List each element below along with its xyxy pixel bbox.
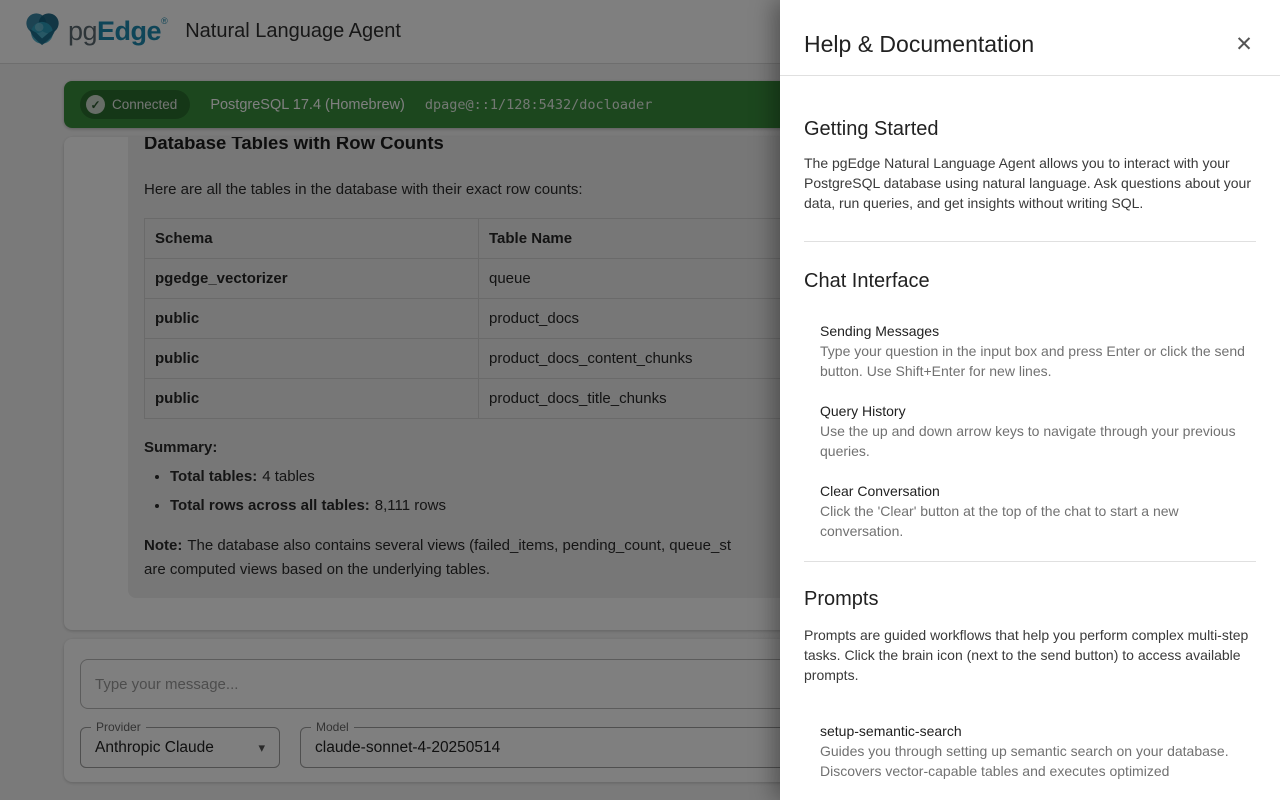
help-drawer-header: Help & Documentation ✕ — [780, 0, 1280, 75]
section-body: The pgEdge Natural Language Agent allows… — [804, 153, 1256, 213]
help-item-desc: Use the up and down arrow keys to naviga… — [820, 421, 1256, 461]
help-drawer-body: Getting Started The pgEdge Natural Langu… — [780, 76, 1280, 781]
section-heading: Prompts — [804, 586, 1256, 613]
help-section-getting-started: Getting Started The pgEdge Natural Langu… — [804, 76, 1256, 213]
help-drawer-title: Help & Documentation — [804, 30, 1256, 58]
help-drawer: Help & Documentation ✕ Getting Started T… — [780, 0, 1280, 800]
help-item-setup-semantic-search: setup-semantic-search Guides you through… — [820, 721, 1256, 781]
help-section-chat-interface: Chat Interface Sending Messages Type you… — [804, 242, 1256, 541]
help-item-title: setup-semantic-search — [820, 721, 1256, 741]
app-root: pgEdge® Natural Language Agent ✓ Connect… — [0, 0, 1280, 800]
close-button[interactable]: ✕ — [1230, 31, 1258, 59]
help-item-desc: Type your question in the input box and … — [820, 341, 1256, 381]
help-item-query-history: Query History Use the up and down arrow … — [820, 401, 1256, 461]
help-item-title: Clear Conversation — [820, 481, 1256, 501]
help-item-title: Query History — [820, 401, 1256, 421]
help-item-title: Sending Messages — [820, 321, 1256, 341]
help-item-sending-messages: Sending Messages Type your question in t… — [820, 321, 1256, 381]
help-item-desc: Guides you through setting up semantic s… — [820, 741, 1256, 781]
section-body: Prompts are guided workflows that help y… — [804, 625, 1256, 685]
close-icon: ✕ — [1235, 33, 1253, 56]
help-item-desc: Click the 'Clear' button at the top of t… — [820, 501, 1256, 541]
section-heading: Chat Interface — [804, 268, 1256, 295]
help-section-prompts: Prompts Prompts are guided workflows tha… — [804, 562, 1256, 781]
section-heading: Getting Started — [804, 116, 1256, 143]
help-item-clear-conversation: Clear Conversation Click the 'Clear' but… — [820, 481, 1256, 541]
